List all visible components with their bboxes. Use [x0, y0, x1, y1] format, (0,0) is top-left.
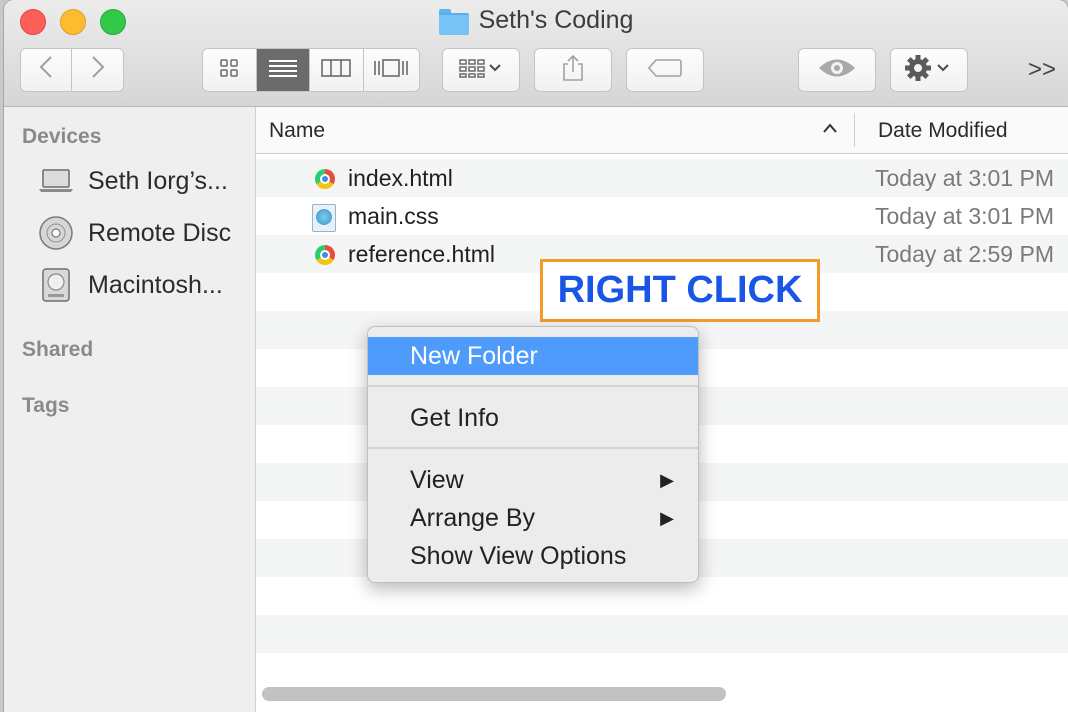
gear-icon [905, 54, 953, 87]
share-button[interactable] [534, 48, 612, 92]
file-name: main.css [348, 203, 439, 229]
menu-item-new-folder[interactable]: New Folder [368, 337, 698, 375]
file-date: Today at 2:59 PM [875, 241, 1054, 267]
arrange-button[interactable] [442, 48, 520, 92]
hard-drive-icon [38, 267, 74, 303]
file-row[interactable]: index.html Today at 3:01 PM [256, 159, 1068, 197]
disc-icon [38, 215, 74, 251]
sidebar-item-label: Remote Disc [88, 218, 232, 247]
chrome-html-icon [312, 242, 338, 268]
empty-row [256, 653, 1068, 691]
share-icon [562, 54, 584, 87]
file-date: Today at 3:01 PM [875, 203, 1054, 229]
name-column-header[interactable]: Name [269, 119, 325, 143]
window-title-bar: Seth's Coding [4, 6, 1068, 35]
right-click-callout: RIGHT CLICK [540, 259, 820, 322]
chevron-left-icon [39, 55, 53, 86]
file-date: Today at 3:01 PM [875, 165, 1054, 191]
sidebar-item-computer[interactable]: Seth Iorg’s... [38, 163, 228, 199]
toolbar-overflow-button[interactable]: >> [1028, 56, 1056, 84]
sidebar-header-shared[interactable]: Shared [22, 338, 93, 362]
eye-icon [818, 57, 856, 84]
finder-window: Seth's Coding >> Devices Seth Iorg’s... … [4, 0, 1068, 712]
sidebar-header-tags[interactable]: Tags [22, 394, 69, 418]
quick-look-button[interactable] [798, 48, 876, 92]
column-header: Name Date Modified [256, 107, 1068, 154]
file-name: reference.html [348, 241, 496, 267]
chevron-right-icon [91, 55, 105, 86]
columns-icon [321, 58, 352, 83]
submenu-arrow-icon: ▶ [660, 508, 674, 528]
sidebar-item-remote-disc[interactable]: Remote Disc [38, 215, 231, 251]
file-row[interactable]: main.css Today at 3:01 PM [256, 197, 1068, 235]
sidebar-header-devices: Devices [22, 125, 102, 148]
forward-button[interactable] [72, 49, 123, 91]
icon-view-button[interactable] [203, 49, 257, 91]
navigation-buttons [20, 48, 124, 92]
menu-item-show-view-options[interactable]: Show View Options [368, 537, 698, 575]
empty-row [256, 615, 1068, 653]
menu-separator [368, 385, 698, 387]
list-icon [268, 58, 297, 83]
list-view-button[interactable] [256, 49, 310, 91]
horizontal-scrollbar[interactable] [262, 687, 726, 701]
grid-icon [219, 58, 239, 83]
edit-tags-button[interactable] [626, 48, 704, 92]
column-view-button[interactable] [310, 49, 364, 91]
tag-icon [647, 58, 682, 83]
sort-ascending-icon [822, 119, 838, 139]
column-divider[interactable] [854, 113, 855, 147]
chrome-html-icon [312, 166, 338, 192]
cover-flow-icon [373, 58, 409, 83]
cover-flow-button[interactable] [363, 49, 419, 91]
sidebar-item-macintosh-hd[interactable]: Macintosh... [38, 267, 223, 303]
sidebar-item-label: Seth Iorg’s... [88, 166, 228, 195]
menu-item-label: Arrange By [410, 504, 536, 532]
menu-item-view[interactable]: View ▶ [368, 461, 698, 499]
window-title: Seth's Coding [478, 6, 634, 34]
css-file-icon [312, 204, 338, 232]
sidebar: Devices Seth Iorg’s... Remote Disc Macin… [4, 107, 256, 712]
menu-item-get-info[interactable]: Get Info [368, 399, 698, 437]
date-modified-column-header[interactable]: Date Modified [878, 119, 1008, 143]
view-mode-segment [202, 48, 420, 92]
submenu-arrow-icon: ▶ [660, 470, 674, 490]
file-name: index.html [348, 165, 453, 191]
action-menu-button[interactable] [890, 48, 968, 92]
menu-separator [368, 447, 698, 449]
folder-icon [438, 8, 469, 35]
arrange-grid-icon [459, 58, 503, 83]
menu-item-label: View [410, 466, 464, 494]
sidebar-item-label: Macintosh... [88, 270, 223, 299]
laptop-icon [38, 163, 74, 199]
back-button[interactable] [21, 49, 73, 91]
menu-item-arrange-by[interactable]: Arrange By ▶ [368, 499, 698, 537]
toolbar: Seth's Coding >> [4, 0, 1068, 107]
context-menu: New Folder Get Info View ▶ Arrange By ▶ … [367, 326, 699, 583]
